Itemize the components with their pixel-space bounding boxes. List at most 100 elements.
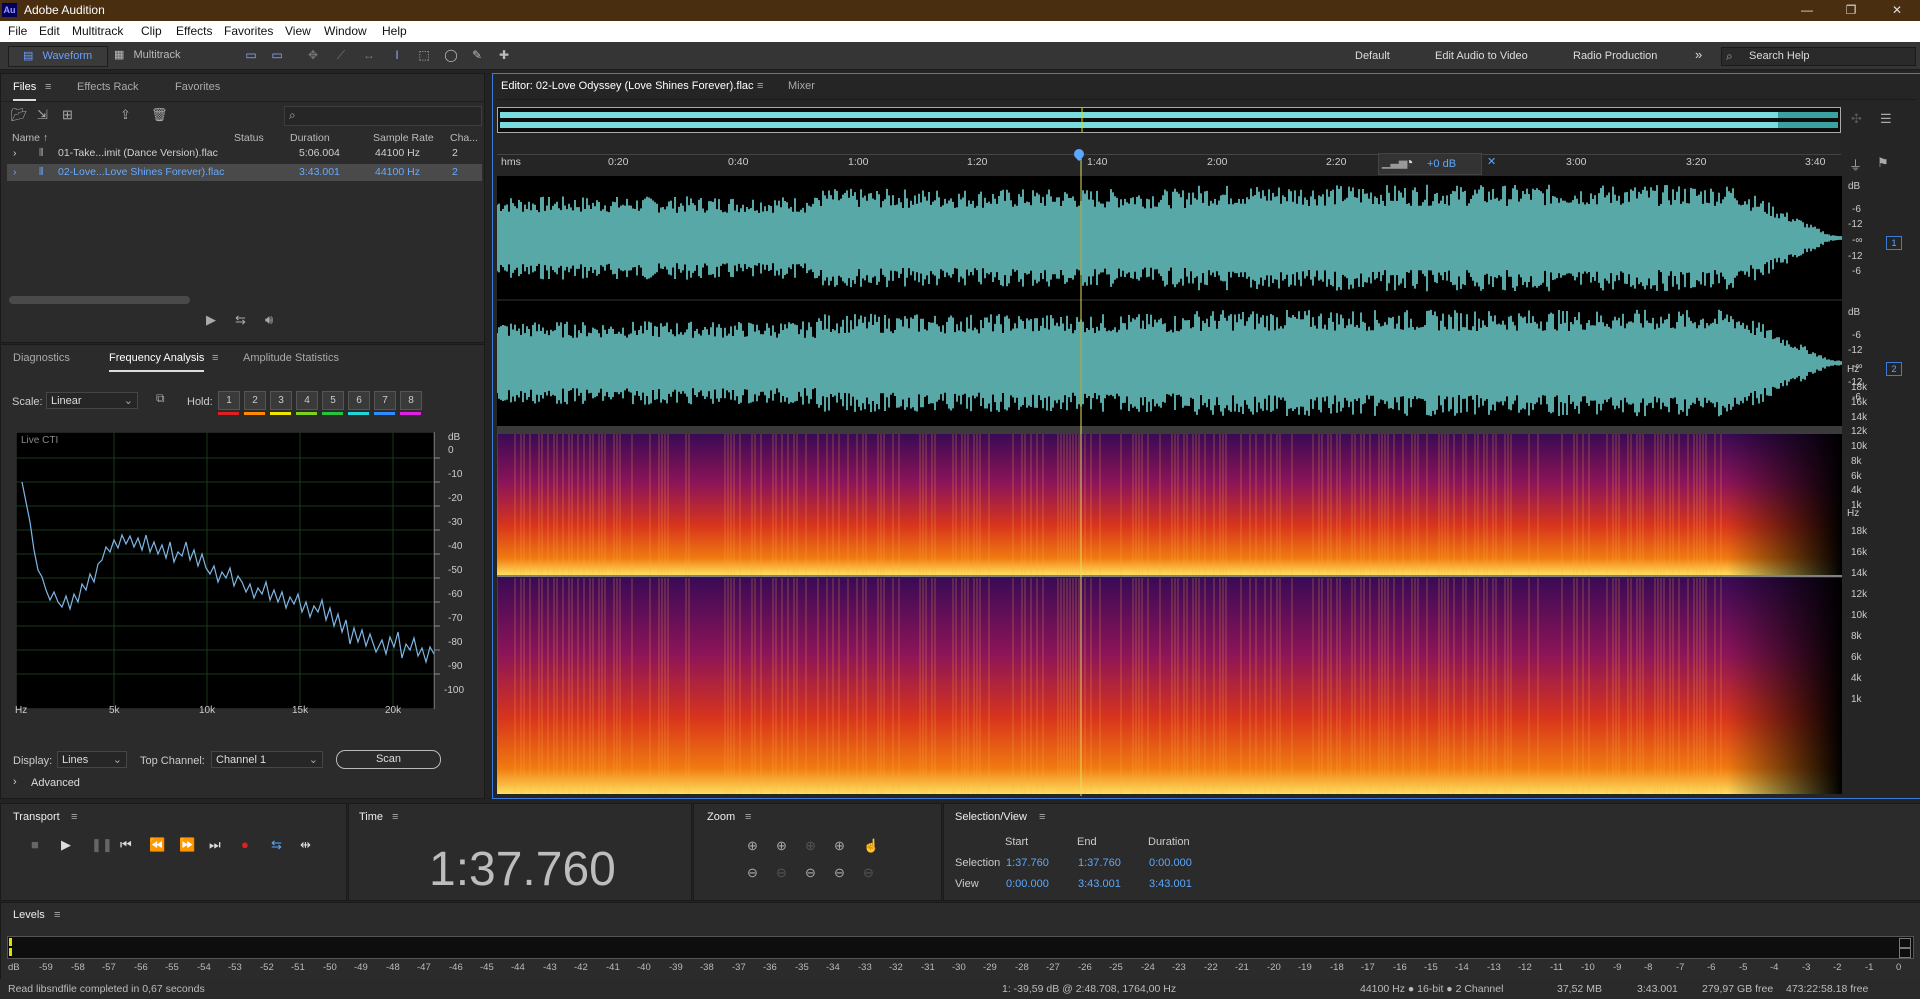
panel-menu-icon[interactable]: ≡ — [392, 811, 398, 823]
menu-window[interactable]: Window — [324, 24, 367, 38]
tab-frequency-analysis[interactable]: Frequency Analysis — [109, 352, 205, 372]
close-icon[interactable]: ✕ — [1874, 0, 1920, 21]
col-status[interactable]: Status — [234, 132, 264, 144]
zoom-in-amplitude-icon[interactable]: ✣ — [1851, 111, 1862, 127]
panel-menu-icon[interactable]: ≡ — [757, 80, 763, 92]
skip-selection-icon[interactable]: ⇹ — [300, 837, 311, 853]
expand-icon[interactable]: › — [13, 147, 17, 159]
col-channels[interactable]: Cha... — [450, 132, 478, 144]
marker-icon[interactable]: ⚑ — [1877, 155, 1889, 171]
scale-dropdown[interactable]: Linear ⌄ — [46, 392, 138, 409]
zoom-out-amplitude-icon[interactable]: ⊖ — [747, 865, 758, 881]
brush-tool-icon[interactable]: ✎ — [468, 47, 486, 64]
play-icon[interactable]: ▶ — [61, 837, 71, 853]
tab-files[interactable]: Files — [13, 81, 37, 101]
loop-playback-icon[interactable]: ⇆ — [235, 312, 246, 328]
hold-button-7[interactable]: 7 — [374, 391, 396, 410]
zoom-out-selection-icon[interactable]: ⊖ — [834, 865, 845, 881]
selection-start[interactable]: 1:37.760 — [1006, 857, 1049, 869]
minimize-icon[interactable]: — — [1784, 0, 1830, 21]
file-row[interactable]: › ⫴ 01-Take...imit (Dance Version).flac … — [7, 145, 482, 162]
search-help-field[interactable]: ⌕ Search Help — [1721, 47, 1916, 66]
advanced-toggle[interactable]: Advanced — [31, 777, 80, 789]
workspace-default[interactable]: Default — [1355, 50, 1390, 62]
view-start[interactable]: 0:00.000 — [1006, 878, 1049, 890]
tab-amplitude-statistics[interactable]: Amplitude Statistics — [243, 352, 339, 364]
tab-effects-rack[interactable]: Effects Rack — [77, 81, 139, 93]
zoom-out-time-icon[interactable]: ⊖ — [776, 865, 787, 881]
multitrack-button[interactable]: ▦ Multitrack — [112, 46, 202, 65]
menu-effects[interactable]: Effects — [176, 24, 212, 38]
open-file-icon[interactable]: 📂︎ — [11, 107, 28, 123]
col-name[interactable]: Name ↑ — [12, 132, 48, 144]
spectral-frequency-icon[interactable]: ▭ — [242, 47, 260, 64]
lock-to-cti-icon[interactable]: ⧉ — [156, 391, 165, 406]
rewind-icon[interactable]: ⏪ — [149, 837, 165, 853]
view-duration[interactable]: 3:43.001 — [1149, 878, 1192, 890]
workspace-edit-audio-to-video[interactable]: Edit Audio to Video — [1435, 50, 1528, 62]
channel-1-toggle[interactable]: 1 — [1886, 236, 1902, 250]
waveform-button[interactable]: ▤ Waveform — [8, 46, 108, 67]
files-search-input[interactable]: ⌕ — [284, 106, 482, 126]
spot-healing-icon[interactable]: ✚ — [495, 47, 513, 64]
hold-button-2[interactable]: 2 — [244, 391, 266, 410]
skip-to-end-icon[interactable]: ⏭ — [209, 837, 221, 853]
menu-help[interactable]: Help — [382, 24, 407, 38]
selection-duration[interactable]: 0:00.000 — [1149, 857, 1192, 869]
hold-button-5[interactable]: 5 — [322, 391, 344, 410]
tab-diagnostics[interactable]: Diagnostics — [13, 352, 70, 364]
selection-end[interactable]: 1:37.760 — [1078, 857, 1121, 869]
play-icon[interactable]: ▶ — [206, 312, 216, 328]
hold-button-8[interactable]: 8 — [400, 391, 422, 410]
pause-icon[interactable]: ❚❚ — [91, 837, 113, 853]
spectral-pitch-icon[interactable]: ▭ — [268, 47, 286, 64]
time-display[interactable]: 1:37.760 — [429, 842, 616, 897]
display-settings-icon[interactable]: ☰ — [1880, 111, 1892, 127]
maximize-icon[interactable]: ❐ — [1828, 0, 1874, 21]
zoom-in-right-icon[interactable]: ⊕ — [834, 838, 845, 854]
fast-forward-icon[interactable]: ⏩ — [179, 837, 195, 853]
panel-menu-icon[interactable]: ≡ — [212, 352, 218, 364]
menu-multitrack[interactable]: Multitrack — [72, 24, 123, 38]
menu-favorites[interactable]: Favorites — [224, 24, 273, 38]
menu-view[interactable]: View — [285, 24, 311, 38]
file-row-selected[interactable]: › ⫴ 02-Love...Love Shines Forever).flac … — [7, 164, 482, 181]
menu-edit[interactable]: Edit — [39, 24, 60, 38]
razor-tool-icon[interactable]: ⟋ — [332, 47, 350, 64]
menu-clip[interactable]: Clip — [141, 24, 162, 38]
expand-icon[interactable]: › — [13, 166, 17, 178]
top-channel-dropdown[interactable]: Channel 1 ⌄ — [211, 751, 323, 768]
stop-icon[interactable]: ■ — [31, 837, 39, 852]
horizontal-scrollbar[interactable] — [9, 296, 190, 304]
trash-icon[interactable]: 🗑︎ — [151, 107, 168, 123]
move-tool-icon[interactable]: ✥ — [304, 47, 322, 64]
col-duration[interactable]: Duration — [290, 132, 330, 144]
auto-play-icon[interactable]: 🔊︎ — [265, 312, 273, 328]
marquee-tool-icon[interactable]: ⬚ — [415, 47, 433, 64]
hold-button-3[interactable]: 3 — [270, 391, 292, 410]
zoom-in-amplitude-icon[interactable]: ⊕ — [747, 838, 758, 854]
insert-multitrack-icon[interactable]: ⇪ — [120, 107, 131, 123]
tab-mixer[interactable]: Mixer — [788, 80, 815, 92]
editor-tab[interactable]: Editor: 02-Love Odyssey (Love Shines For… — [501, 80, 754, 92]
panel-menu-icon[interactable]: ≡ — [71, 811, 77, 823]
skip-to-start-icon[interactable]: ⏮ — [120, 837, 132, 853]
zoom-in-time-icon[interactable]: ⊕ — [776, 838, 787, 854]
overview-navigator[interactable] — [497, 107, 1841, 133]
panel-menu-icon[interactable]: ≡ — [1039, 811, 1045, 823]
waveform-and-spectral-display[interactable] — [497, 153, 1842, 796]
chevron-right-icon[interactable]: › — [13, 776, 17, 788]
zoom-reset-icon[interactable]: ⊖ — [863, 865, 874, 881]
lasso-tool-icon[interactable]: ◯ — [442, 47, 460, 64]
headphone-icon[interactable]: ⏚ — [1849, 155, 1862, 174]
view-end[interactable]: 3:43.001 — [1078, 878, 1121, 890]
menu-file[interactable]: File — [8, 24, 27, 38]
hold-button-1[interactable]: 1 — [218, 391, 240, 410]
import-file-icon[interactable]: ⇲ — [37, 107, 48, 123]
panel-menu-icon[interactable]: ≡ — [45, 81, 51, 93]
zoom-to-selection-icon[interactable]: ☝ — [863, 838, 879, 854]
new-file-icon[interactable]: ⊞ — [62, 107, 73, 123]
hold-button-6[interactable]: 6 — [348, 391, 370, 410]
zoom-out-full-icon[interactable]: ⊖ — [805, 865, 816, 881]
zoom-in-left-icon[interactable]: ⊕ — [805, 838, 816, 854]
